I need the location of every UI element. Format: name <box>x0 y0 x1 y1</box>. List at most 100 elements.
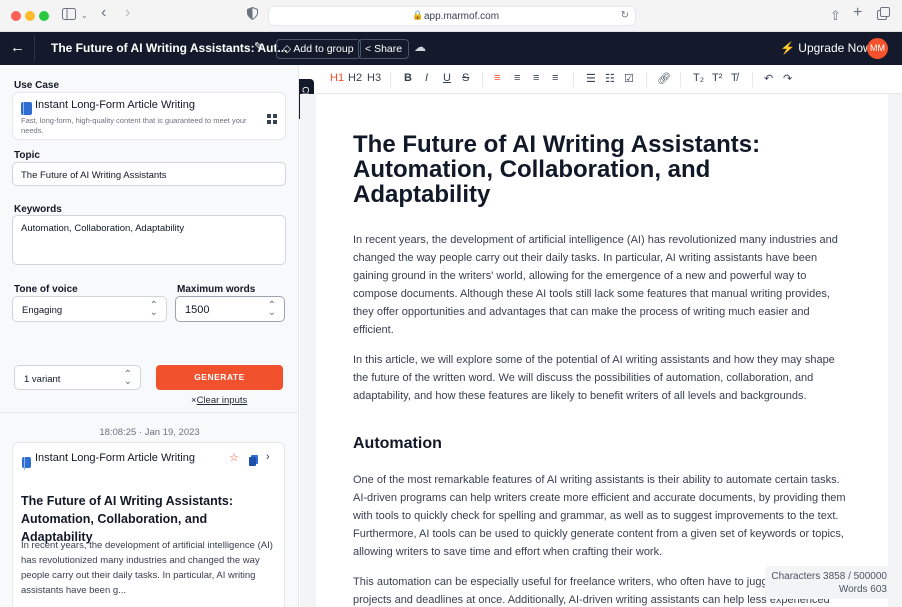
clear-inputs-label: Clear inputs <box>196 395 248 406</box>
history-use-case: Instant Long-Form Article Writing <box>35 452 195 464</box>
article-paragraph: One of the most remarkable features of A… <box>353 474 846 558</box>
browser-chrome: ⌄ ‹ › 🔒 app.marmof.com ↻ ⇧ + <box>0 0 902 32</box>
avatar[interactable]: MM <box>867 38 888 59</box>
bullet-list-icon[interactable]: ☰ <box>586 72 596 85</box>
bold-button[interactable]: B <box>404 72 412 84</box>
history-excerpt: In recent years, the development of arti… <box>21 540 273 596</box>
checklist-icon[interactable]: ☑ <box>624 72 634 85</box>
clear-inputs-link[interactable]: ×Clear inputs <box>191 395 247 406</box>
sidebar-icon[interactable] <box>62 7 76 25</box>
topic-input[interactable]: The Future of AI Writing Assistants <box>12 162 286 186</box>
star-icon[interactable]: ☆ <box>229 451 239 464</box>
tone-label: Tone of voice <box>14 284 78 295</box>
article-heading: Automation <box>353 435 442 452</box>
toolbar-divider <box>646 72 647 87</box>
variant-value: 1 variant <box>24 374 61 385</box>
panel-divider <box>0 412 299 413</box>
formatting-toolbar: H1 H2 H3 B I U S ≡ ≡ ≡ ≡ ☰ ☷ ☑ 🔗︎ T₂ T² … <box>316 65 902 94</box>
share-button[interactable]: < Share <box>358 39 410 59</box>
align-left-icon[interactable]: ≡ <box>494 72 500 84</box>
align-center-icon[interactable]: ≡ <box>514 72 520 84</box>
max-words-stepper[interactable]: 1500 ⌃ ⌄ <box>175 296 285 322</box>
numbered-list-icon[interactable]: ☷ <box>605 72 615 85</box>
add-to-group-button[interactable]: ◇ Add to group <box>276 39 361 59</box>
lock-icon: 🔒 <box>412 10 424 20</box>
url-text: app.marmof.com <box>424 11 500 22</box>
tabs-overview-icon[interactable] <box>877 7 890 25</box>
link-icon[interactable]: 🔗︎ <box>657 72 671 85</box>
document-editor[interactable]: The Future of AI Writing Assistants: Aut… <box>316 94 888 607</box>
article-paragraph: In this article, we will explore some of… <box>353 354 835 402</box>
chevron-down-icon[interactable]: ⌄ <box>81 7 88 25</box>
align-right-icon[interactable]: ≡ <box>533 72 539 84</box>
add-to-group-label: Add to group <box>293 43 354 55</box>
header-divider <box>34 36 35 61</box>
keywords-textarea[interactable]: Automation, Collaboration, Adaptability <box>12 215 286 265</box>
word-count: Words 603 <box>838 584 887 595</box>
shield-icon[interactable] <box>247 6 258 25</box>
share-icon: < <box>365 43 372 55</box>
use-case-description: Fast, long-form, high-quality content th… <box>21 116 247 135</box>
reload-icon[interactable]: ↻ <box>621 10 629 21</box>
undo-icon[interactable]: ↶ <box>764 72 773 85</box>
back-arrow-icon[interactable]: ← <box>10 39 25 56</box>
clear-format-icon[interactable]: T̸ <box>731 72 738 84</box>
keywords-label: Keywords <box>14 204 62 215</box>
copy-icon[interactable] <box>249 453 258 471</box>
use-case-label: Use Case <box>14 80 60 91</box>
italic-button[interactable]: I <box>425 72 428 84</box>
close-window-button[interactable] <box>11 11 21 21</box>
back-nav-icon[interactable]: ‹ <box>101 4 106 22</box>
article-paragraph: In recent years, the development of arti… <box>353 234 838 336</box>
cloud-sync-icon[interactable]: ☁ <box>414 40 426 54</box>
tone-select[interactable]: Engaging ⌃ ⌄ <box>12 296 167 322</box>
history-timestamp: 18:08:25 · Jan 19, 2023 <box>99 427 200 438</box>
variant-select[interactable]: 1 variant ⌃ ⌄ <box>14 365 141 390</box>
use-case-title: Instant Long-Form Article Writing <box>35 99 195 111</box>
toolbar-divider <box>390 72 391 87</box>
book-icon <box>22 453 31 471</box>
strikethrough-button[interactable]: S <box>462 72 469 84</box>
superscript-icon[interactable]: T² <box>712 72 722 84</box>
character-count: Characters 3858 / 500000 <box>771 571 887 582</box>
subscript-icon[interactable]: T₂ <box>693 72 704 84</box>
chevron-updown-icon: ⌃ ⌄ <box>149 300 158 318</box>
toolbar-divider <box>680 72 681 87</box>
article-title: The Future of AI Writing Assistants: Aut… <box>353 131 761 208</box>
toolbar-divider <box>752 72 753 87</box>
share-page-icon[interactable]: ⇧ <box>830 7 841 25</box>
underline-button[interactable]: U <box>443 72 451 84</box>
upgrade-button[interactable]: ⚡ Upgrade Now <box>780 41 872 55</box>
align-justify-icon[interactable]: ≡ <box>552 72 558 84</box>
tone-value: Engaging <box>22 305 63 316</box>
history-card[interactable]: Instant Long-Form Article Writing ☆ › Th… <box>12 442 285 607</box>
forward-nav-icon[interactable]: › <box>125 4 130 22</box>
heading1-button[interactable]: H1 <box>330 72 344 84</box>
share-label: Share <box>374 43 403 55</box>
toolbar-divider <box>482 72 483 87</box>
upgrade-label: Upgrade Now <box>798 41 872 55</box>
lightning-icon: ⚡ <box>780 41 795 55</box>
tag-icon: ◇ <box>283 43 292 55</box>
word-count-badge: Characters 3858 / 500000 Words 603 <box>765 566 893 599</box>
use-case-card[interactable]: Instant Long-Form Article Writing Fast, … <box>12 92 286 140</box>
topic-label: Topic <box>14 150 40 161</box>
stepper-icon[interactable]: ⌃ ⌄ <box>268 301 276 318</box>
toolbar-divider <box>573 72 574 87</box>
chevron-right-icon[interactable]: › <box>266 451 270 463</box>
generator-panel: Use Case Instant Long-Form Article Writi… <box>0 65 299 607</box>
max-words-value: 1500 <box>185 304 210 316</box>
app-header: ← The Future of AI Writing Assistants: A… <box>0 32 902 65</box>
heading2-button[interactable]: H2 <box>348 72 362 84</box>
maximize-window-button[interactable] <box>39 11 49 21</box>
generate-button[interactable]: GENERATE <box>156 365 283 390</box>
grid-icon[interactable] <box>267 111 277 129</box>
minimize-window-button[interactable] <box>25 11 35 21</box>
address-bar[interactable]: 🔒 app.marmof.com ↻ <box>268 6 636 26</box>
max-words-label: Maximum words <box>177 284 256 295</box>
new-tab-icon[interactable]: + <box>853 4 862 22</box>
document-title[interactable]: The Future of AI Writing Assistants: Aut… <box>51 41 287 55</box>
heading3-button[interactable]: H3 <box>367 72 381 84</box>
edit-title-icon[interactable]: ✎ <box>254 40 263 53</box>
redo-icon[interactable]: ↷ <box>783 72 792 85</box>
